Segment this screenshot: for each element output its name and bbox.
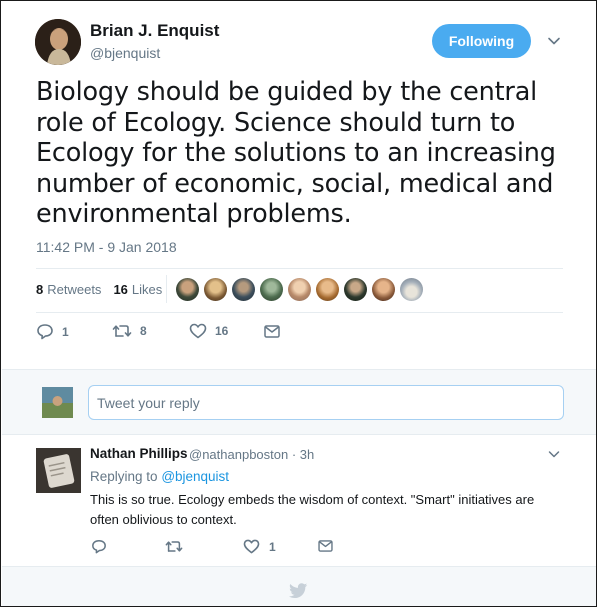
envelope-icon (318, 540, 333, 552)
heart-icon (189, 323, 207, 339)
reply-count: 1 (62, 324, 69, 339)
retweet-button[interactable]: 8 (112, 323, 147, 339)
reply-author-name[interactable]: Nathan Phillips (90, 446, 188, 461)
reply-button[interactable]: 1 (36, 323, 69, 340)
retweet-count: 8 (140, 324, 147, 338)
liker-avatar[interactable] (400, 278, 423, 301)
reply-author-handle[interactable]: @nathanpboston · 3h (189, 447, 314, 462)
likes-count: 16 (113, 282, 128, 297)
reply-button[interactable] (91, 539, 107, 554)
footer (2, 566, 596, 606)
retweets-label: Retweets (47, 282, 102, 297)
liker-avatar[interactable] (232, 278, 255, 301)
chevron-down-icon[interactable] (547, 34, 561, 48)
tweet-card: Brian J. Enquist @bjenquist Following Bi… (0, 0, 597, 607)
like-count: 16 (215, 324, 229, 338)
divider (36, 268, 563, 269)
reply-icon (37, 324, 53, 340)
tweet-timestamp[interactable]: 11:42 PM - 9 Jan 2018 (36, 239, 177, 255)
reply-text: This is so true. Ecology embeds the wisd… (90, 492, 535, 527)
retweets-stat[interactable]: 8 Retweets (36, 282, 101, 297)
reply-compose: Tweet your reply (2, 369, 596, 435)
replying-prefix: Replying to (90, 469, 158, 484)
direct-message-button[interactable] (318, 540, 333, 552)
twitter-bird-icon (289, 583, 308, 599)
tweet-text: Biology should be guided by the central … (36, 77, 556, 229)
replying-to: Replying to @bjenquist (90, 469, 229, 484)
author-avatar[interactable] (35, 19, 81, 65)
heart-icon (243, 539, 260, 554)
author-handle[interactable]: @bjenquist (90, 45, 160, 61)
liker-avatar[interactable] (344, 278, 367, 301)
reply-icon (92, 540, 106, 554)
author-name[interactable]: Brian J. Enquist (90, 21, 219, 41)
retweet-icon (165, 541, 183, 552)
likes-stat[interactable]: 16 Likes (113, 282, 162, 297)
like-button[interactable]: 1 (243, 539, 276, 554)
like-button[interactable]: 16 (189, 323, 228, 339)
following-button[interactable]: Following (432, 24, 531, 58)
retweet-button[interactable] (165, 539, 183, 554)
replying-to-link[interactable]: @bjenquist (161, 469, 229, 484)
likers-avatars (176, 278, 423, 301)
reply-like-count: 1 (269, 539, 276, 554)
likes-label: Likes (131, 282, 163, 297)
direct-message-button[interactable] (264, 325, 280, 338)
liker-avatar[interactable] (260, 278, 283, 301)
retweet-icon (112, 325, 132, 337)
reply-author-avatar[interactable] (36, 448, 81, 493)
reply-placeholder: Tweet your reply (97, 394, 200, 411)
liker-avatar[interactable] (204, 278, 227, 301)
current-user-avatar (42, 387, 73, 418)
envelope-icon (264, 325, 280, 338)
chevron-down-icon[interactable] (548, 448, 560, 460)
liker-avatar[interactable] (176, 278, 199, 301)
retweets-count: 8 (36, 282, 44, 297)
tweet-stats: 8 Retweets 16 Likes (36, 282, 174, 297)
stats-separator (166, 275, 167, 303)
reply-input[interactable]: Tweet your reply (88, 385, 564, 420)
liker-avatar[interactable] (372, 278, 395, 301)
liker-avatar[interactable] (288, 278, 311, 301)
divider (36, 312, 563, 313)
liker-avatar[interactable] (316, 278, 339, 301)
